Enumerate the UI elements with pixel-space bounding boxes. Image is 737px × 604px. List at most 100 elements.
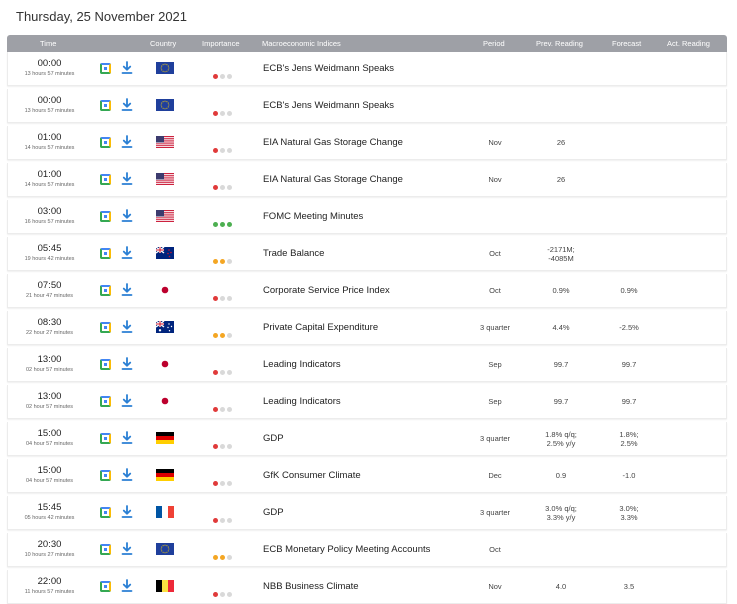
download-icon[interactable]	[121, 505, 133, 519]
importance-dot	[213, 74, 218, 79]
forecast-value: -1.0	[604, 471, 654, 480]
google-calendar-icon[interactable]	[100, 433, 111, 444]
period-value: Oct	[489, 249, 501, 258]
google-calendar-icon[interactable]	[100, 507, 111, 518]
au-flag-icon	[156, 321, 174, 333]
download-icon[interactable]	[121, 61, 133, 75]
importance-dot	[213, 111, 218, 116]
forecast-line1: 99.7	[621, 360, 637, 369]
event-name: Leading Indicators	[263, 396, 341, 407]
event-name: EIA Natural Gas Storage Change	[263, 174, 403, 185]
time-ago: 22 hour 27 minutes	[25, 330, 74, 336]
forecast-value: 3.5	[604, 582, 654, 591]
event-time: 03:00	[37, 206, 62, 217]
google-calendar-icon[interactable]	[100, 470, 111, 481]
importance-dot	[213, 518, 218, 523]
prev-reading-line1: 0.9%	[552, 286, 570, 295]
download-icon[interactable]	[121, 542, 133, 556]
importance-dot	[213, 185, 218, 190]
prev-reading-line1: -2171M;	[547, 245, 575, 254]
event-name: GfK Consumer Climate	[263, 470, 361, 481]
time-ago: 04 hour 57 minutes	[25, 478, 74, 484]
de-flag-icon	[156, 432, 174, 444]
importance-dot	[220, 444, 225, 449]
download-icon[interactable]	[121, 209, 133, 223]
us-flag-icon	[156, 210, 174, 222]
us-flag-icon	[156, 173, 174, 185]
download-icon[interactable]	[121, 283, 133, 297]
time-ago: 16 hours 57 minutes	[24, 219, 75, 225]
importance-dot	[220, 518, 225, 523]
google-calendar-icon[interactable]	[100, 322, 111, 333]
download-icon[interactable]	[121, 357, 133, 371]
forecast-line1: 3.0%;	[619, 504, 639, 513]
importance-dot	[227, 333, 232, 338]
google-calendar-icon[interactable]	[100, 248, 111, 259]
prev-reading-line2: -4085M	[548, 254, 574, 263]
col-actual: Act. Reading	[667, 39, 710, 48]
google-calendar-icon[interactable]	[100, 174, 111, 185]
jp-flag-icon	[156, 284, 174, 296]
download-icon[interactable]	[121, 98, 133, 112]
importance-indicator	[213, 251, 234, 269]
event-time: 05:45	[37, 243, 62, 254]
event-time: 13:00	[37, 354, 62, 365]
period-value: Sep	[488, 360, 502, 369]
prev-reading-line1: 99.7	[553, 360, 569, 369]
google-calendar-icon[interactable]	[100, 285, 111, 296]
event-name: Corporate Service Price Index	[263, 285, 390, 296]
importance-indicator	[213, 547, 234, 565]
importance-dot	[220, 185, 225, 190]
google-calendar-icon[interactable]	[100, 100, 111, 111]
importance-indicator	[213, 362, 234, 380]
download-icon[interactable]	[121, 172, 133, 186]
importance-dot	[213, 296, 218, 301]
download-icon[interactable]	[121, 431, 133, 445]
download-icon[interactable]	[121, 246, 133, 260]
download-icon[interactable]	[121, 579, 133, 593]
importance-indicator	[213, 325, 234, 343]
time-ago: 14 hours 57 minutes	[24, 145, 75, 151]
google-calendar-icon[interactable]	[100, 359, 111, 370]
download-icon[interactable]	[121, 468, 133, 482]
importance-dot	[227, 555, 232, 560]
google-calendar-icon[interactable]	[100, 211, 111, 222]
google-calendar-icon[interactable]	[100, 137, 111, 148]
prev-reading-line1: 26	[556, 138, 566, 147]
time-ago: 19 hours 42 minutes	[24, 256, 75, 262]
event-time: 15:00	[37, 428, 62, 439]
importance-dot	[227, 222, 232, 227]
forecast-value: 99.7	[604, 397, 654, 406]
google-calendar-icon[interactable]	[100, 396, 111, 407]
download-icon[interactable]	[121, 320, 133, 334]
col-period: Period	[483, 39, 505, 48]
importance-dot	[220, 148, 225, 153]
importance-dot	[213, 444, 218, 449]
table-row: 01:00 14 hours 57 minutes EIA Natural Gas …	[7, 126, 727, 160]
col-country: Country	[150, 39, 177, 48]
google-calendar-icon[interactable]	[100, 544, 111, 555]
download-icon[interactable]	[121, 394, 133, 408]
event-time: 20:30	[37, 539, 62, 550]
forecast-line1: 3.5	[623, 582, 635, 591]
be-flag-icon	[156, 580, 174, 592]
importance-indicator	[213, 140, 234, 158]
importance-dot	[220, 259, 225, 264]
jp-flag-icon	[156, 395, 174, 407]
importance-indicator	[213, 510, 234, 528]
importance-dot	[227, 592, 232, 597]
jp-flag-icon	[156, 358, 174, 370]
eu-flag-icon	[156, 543, 174, 555]
us-flag-icon	[156, 136, 174, 148]
period-value: 3 quarter	[479, 508, 511, 517]
prev-reading-line2: 2.5% y/y	[546, 439, 576, 448]
importance-indicator	[213, 103, 234, 121]
event-name: Leading Indicators	[263, 359, 341, 370]
importance-dot	[213, 555, 218, 560]
google-calendar-icon[interactable]	[100, 581, 111, 592]
google-calendar-icon[interactable]	[100, 63, 111, 74]
event-name: ECB Monetary Policy Meeting Accounts	[263, 544, 431, 555]
prev-reading-line1: 26	[556, 175, 566, 184]
download-icon[interactable]	[121, 135, 133, 149]
table-row: 07:50 21 hour 47 minutes Corporate Service…	[7, 274, 727, 308]
